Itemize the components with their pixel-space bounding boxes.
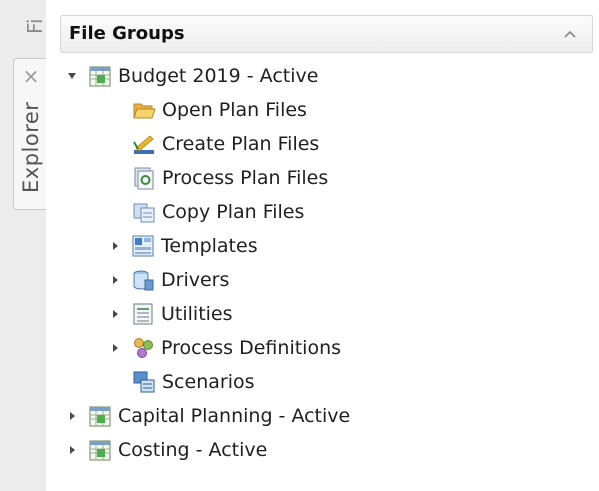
close-icon[interactable]: × [14,65,48,87]
tree-item-budget-2019[interactable]: Budget 2019 - Active [66,59,318,93]
tree-item-process-definitions[interactable]: Process Definitions [109,331,341,365]
tree-item-label: Open Plan Files [162,99,307,121]
file-groups-tree: Budget 2019 - Active Open Plan Files Cre… [46,0,599,491]
copy-plan-files-icon [133,203,155,223]
process-definitions-icon [134,338,153,358]
create-plan-files-icon [133,135,154,154]
collapsed-arrow-icon[interactable] [66,410,78,422]
collapsed-arrow-icon[interactable] [66,444,78,456]
tree-item-label: Scenarios [162,371,255,393]
collapsed-arrow-icon[interactable] [109,342,121,354]
tree-item-label: Create Plan Files [162,133,320,155]
side-tab-partial[interactable]: Fi [12,0,47,54]
templates-icon [132,235,154,257]
tree-item-scenarios[interactable]: Scenarios [132,365,255,399]
side-tab-partial-label: Fi [24,18,46,34]
tree-item-label: Process Plan Files [162,167,329,189]
tree-item-label: Utilities [161,303,233,325]
collapsed-arrow-icon[interactable] [109,308,121,320]
tree-item-copy-plan-files[interactable]: Copy Plan Files [132,195,304,229]
tree-item-utilities[interactable]: Utilities [109,297,233,331]
tree-item-templates[interactable]: Templates [109,229,258,263]
tab-explorer-label: Explorer [19,101,43,193]
utilities-icon [133,303,153,325]
file-group-icon [89,66,111,87]
file-group-icon [89,406,111,427]
tree-item-create-plan-files[interactable]: Create Plan Files [132,127,319,161]
open-folder-icon [133,103,156,119]
tree-item-label: Process Definitions [161,337,342,359]
scenarios-icon [133,371,155,393]
tree-item-label: Templates [161,235,258,257]
tree-item-drivers[interactable]: Drivers [109,263,229,297]
tab-explorer[interactable]: × Explorer [13,58,48,210]
drivers-icon [133,270,154,291]
explorer-panel: File Groups Budget 2019 - Active Open Pl… [46,0,599,491]
file-group-icon [89,440,111,461]
tree-item-costing[interactable]: Costing - Active [66,433,267,467]
tree-item-label: Drivers [161,269,230,291]
tree-item-label: Costing - Active [118,439,268,461]
process-plan-files-icon [134,167,154,190]
tree-item-capital-planning[interactable]: Capital Planning - Active [66,399,350,433]
tree-item-process-plan-files[interactable]: Process Plan Files [132,161,328,195]
tree-item-open-plan-files[interactable]: Open Plan Files [132,93,307,127]
tree-item-label: Budget 2019 - Active [118,65,319,87]
side-tab-strip: Fi × Explorer [0,0,48,491]
tree-item-label: Capital Planning - Active [118,405,351,427]
expand-arrow-icon[interactable] [66,70,78,82]
collapsed-arrow-icon[interactable] [109,274,121,286]
collapsed-arrow-icon[interactable] [109,240,121,252]
tree-item-label: Copy Plan Files [162,201,305,223]
